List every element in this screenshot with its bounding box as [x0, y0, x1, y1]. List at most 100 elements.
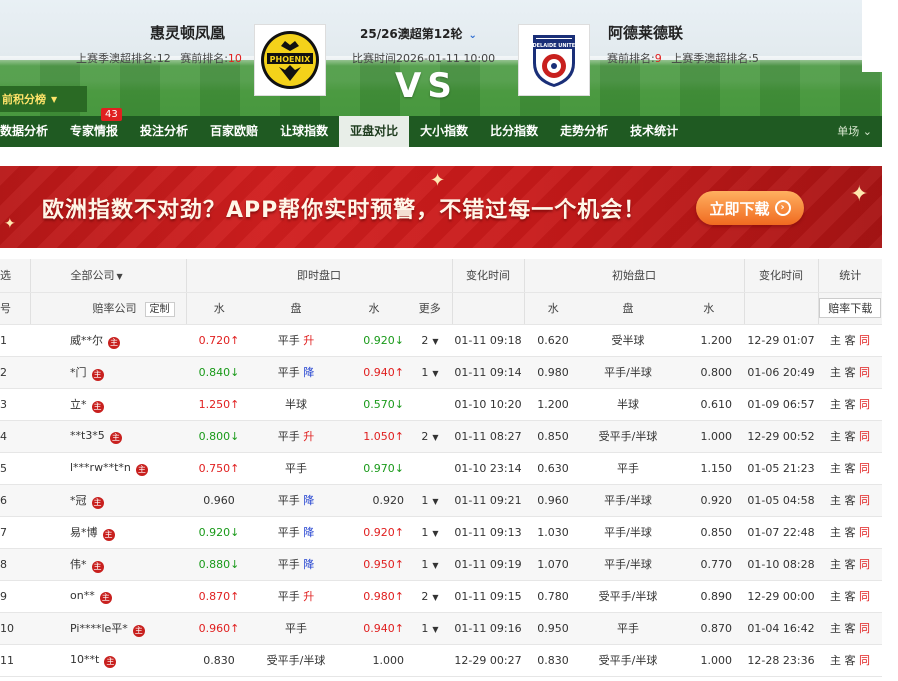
same-stat-link[interactable]: 同 [859, 654, 870, 667]
more-count: 1 [421, 557, 429, 571]
company-cell[interactable]: 伟* 主 [30, 548, 186, 581]
stats-header: 统计 [818, 259, 882, 293]
chevron-down-icon: ⌄ [468, 30, 477, 41]
initial-water-away: 1.150 [674, 452, 744, 485]
nav-item-over-under[interactable]: 大小指数 [409, 116, 479, 147]
initial-water-away: 0.890 [674, 580, 744, 613]
guest-stat-link[interactable]: 客 [845, 430, 856, 443]
initial-water-home: 1.030 [524, 516, 582, 549]
initial-water-home: 0.950 [524, 612, 582, 645]
same-stat-link[interactable]: 同 [859, 590, 870, 603]
home-stat-link[interactable]: 主 [830, 590, 841, 603]
home-stat-link[interactable]: 主 [830, 430, 841, 443]
same-stat-link[interactable]: 同 [859, 558, 870, 571]
company-cell[interactable]: *门主 [30, 356, 186, 389]
more-dropdown[interactable]: 1 ▼ [408, 612, 452, 645]
initial-water-home: 0.620 [524, 324, 582, 357]
more-dropdown[interactable]: 1 ▼ [408, 356, 452, 389]
guest-stat-link[interactable]: 客 [845, 334, 856, 347]
caret-down-icon: ▼ [51, 94, 58, 104]
all-companies-filter[interactable]: 全部公司 ▼ [30, 259, 187, 293]
banner-text: 欧洲指数不对劲？APP帮你实时预警，不错过每一个机会！ [42, 198, 647, 223]
more-dropdown[interactable] [408, 388, 452, 421]
guest-stat-link[interactable]: 客 [845, 398, 856, 411]
nav-item-trend[interactable]: 走势分析 [549, 116, 619, 147]
more-dropdown[interactable]: 1 ▼ [408, 548, 452, 581]
guest-stat-link[interactable]: 客 [845, 590, 856, 603]
home-stat-link[interactable]: 主 [830, 526, 841, 539]
home-stat-link[interactable]: 主 [830, 398, 841, 411]
guest-stat-link[interactable]: 客 [845, 558, 856, 571]
guest-stat-link[interactable]: 客 [845, 622, 856, 635]
company-cell[interactable]: **t3*5 主 [30, 420, 186, 453]
company-cell[interactable]: 10**t 主 [30, 644, 186, 677]
match-round-label: 25/26澳超第12轮 [360, 27, 463, 41]
initial-change-time: 01-04 16:42 [744, 612, 818, 645]
download-app-button[interactable]: 立即下载 › [696, 191, 804, 225]
guest-stat-link[interactable]: 客 [845, 654, 856, 667]
same-stat-link[interactable]: 同 [859, 366, 870, 379]
download-odds-button[interactable]: 赔率下载 [819, 298, 882, 318]
guest-stat-link[interactable]: 客 [845, 462, 856, 475]
more-dropdown[interactable] [408, 644, 452, 677]
water-header: 水 [186, 292, 252, 325]
more-dropdown[interactable] [408, 452, 452, 485]
company-cell[interactable]: 易*博主 [30, 516, 186, 549]
live-water-away: 0.980↑ [340, 580, 408, 613]
company-cell[interactable]: 立* 主 [30, 388, 186, 421]
company-cell[interactable]: on** 主 [30, 580, 186, 613]
company-cell[interactable]: 威**尔主 [30, 324, 186, 357]
home-stat-link[interactable]: 主 [830, 622, 841, 635]
nav-item-score-index[interactable]: 比分指数 [479, 116, 549, 147]
more-dropdown[interactable]: 2 ▼ [408, 420, 452, 453]
app-promo-banner[interactable]: ✦ ✦ ✦ 欧洲指数不对劲？APP帮你实时预警，不错过每一个机会！ 立即下载 › [0, 166, 882, 248]
more-dropdown[interactable]: 1 ▼ [408, 516, 452, 549]
more-dropdown[interactable]: 2 ▼ [408, 580, 452, 613]
initial-change-time: 01-07 22:48 [744, 516, 818, 549]
home-team-name[interactable]: 惠灵顿凤凰 [150, 22, 225, 43]
nav-item-euro-odds[interactable]: 百家欧赔 [199, 116, 269, 147]
same-stat-link[interactable]: 同 [859, 398, 870, 411]
home-stat-link[interactable]: 主 [830, 654, 841, 667]
home-marker-icon: 主 [91, 400, 104, 413]
nav-item-handicap-index[interactable]: 让球指数 [269, 116, 339, 147]
company-name: 易*博 [70, 525, 98, 539]
home-stat-link[interactable]: 主 [830, 334, 841, 347]
home-team-logo[interactable]: PHOENIX [254, 24, 326, 96]
home-stat-link[interactable]: 主 [830, 558, 841, 571]
company-cell[interactable]: l***rw**t*n 主 [30, 452, 186, 485]
live-handicap: 平手 升 [252, 324, 340, 357]
customize-button[interactable]: 定制 [144, 301, 175, 317]
guest-stat-link[interactable]: 客 [845, 526, 856, 539]
guest-stat-link[interactable]: 客 [845, 494, 856, 507]
company-cell[interactable]: *冠主 [30, 484, 186, 517]
standings-dropdown[interactable]: 前积分榜 ▼ [0, 86, 87, 112]
same-stat-link[interactable]: 同 [859, 334, 870, 347]
away-team-name[interactable]: 阿德莱德联 [608, 22, 683, 43]
initial-handicap: 平手/半球 [582, 356, 674, 389]
nav-item-betting-analysis[interactable]: 投注分析 [129, 116, 199, 147]
more-dropdown[interactable]: 1 ▼ [408, 484, 452, 517]
single-match-dropdown[interactable]: 单场 ⌄ [837, 116, 872, 147]
match-round-selector[interactable]: 25/26澳超第12轮 ⌄ [360, 25, 477, 42]
guest-stat-link[interactable]: 客 [845, 366, 856, 379]
nav-item-asian-compare[interactable]: 亚盘对比 [339, 116, 410, 147]
same-stat-link[interactable]: 同 [859, 622, 870, 635]
same-stat-link[interactable]: 同 [859, 462, 870, 475]
same-stat-link[interactable]: 同 [859, 526, 870, 539]
nav-item-tech-stats[interactable]: 技术统计 [619, 116, 689, 147]
nav-item-expert[interactable]: 专家情报 43 [59, 108, 129, 147]
live-handicap-value: 平手 [277, 558, 300, 571]
home-stat-link[interactable]: 主 [830, 366, 841, 379]
nav-item-data-analysis[interactable]: 数据分析 [0, 116, 59, 147]
home-stat-link[interactable]: 主 [830, 462, 841, 475]
live-water-home: 0.840↓ [186, 356, 252, 389]
company-cell[interactable]: Pi****le平* 主 [30, 612, 186, 645]
nav-item-expert-label: 专家情报 [70, 124, 119, 138]
away-team-logo[interactable]: ADELAIDE UNITED [518, 24, 590, 96]
same-stat-link[interactable]: 同 [859, 430, 870, 443]
more-dropdown[interactable]: 2 ▼ [408, 324, 452, 357]
home-stat-link[interactable]: 主 [830, 494, 841, 507]
same-stat-link[interactable]: 同 [859, 494, 870, 507]
more-count: 1 [421, 365, 429, 379]
